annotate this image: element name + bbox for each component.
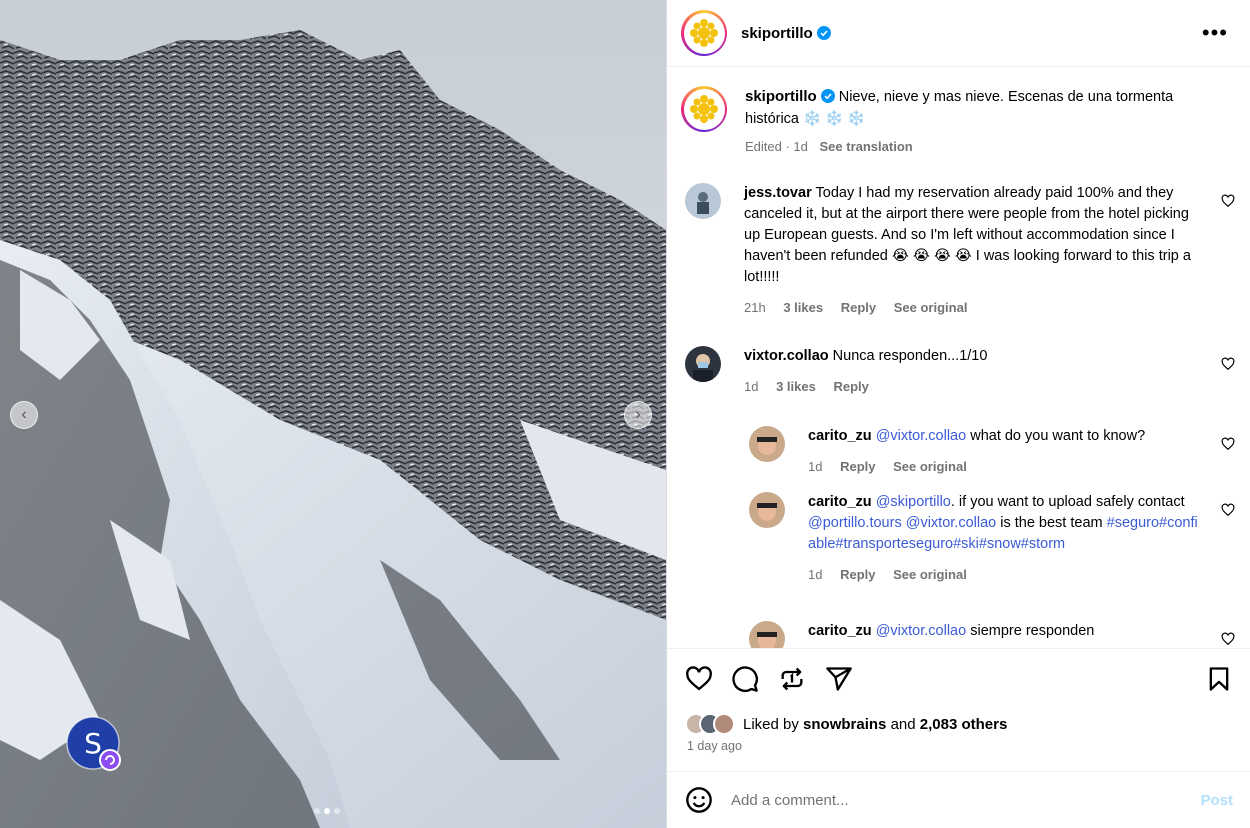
see-original-link[interactable]: See original: [894, 300, 968, 315]
reply-time: 1d: [808, 567, 823, 582]
chevron-left-icon: ‹: [21, 406, 27, 423]
comment-username[interactable]: vixtor.collao: [744, 348, 829, 364]
portillo-logo-icon: [690, 19, 718, 47]
comment-likes[interactable]: 3 likes: [783, 300, 823, 315]
comments-list[interactable]: skiportillo Nieve, nieve y mas nieve. Es…: [667, 68, 1250, 648]
comment-icon[interactable]: [731, 665, 759, 693]
reply-username[interactable]: carito_zu: [808, 623, 872, 639]
carousel-dot: [314, 808, 320, 814]
post-button[interactable]: Post: [1200, 792, 1233, 809]
heart-icon[interactable]: [685, 665, 713, 693]
svg-text:S: S: [84, 727, 102, 760]
comment-item: jess.tovar Today I had my reservation al…: [685, 183, 1225, 318]
verified-badge-icon: [820, 89, 835, 103]
post-timestamp[interactable]: 1 day ago: [687, 739, 742, 753]
comment-username[interactable]: jess.tovar: [744, 185, 812, 201]
carousel-indicator: [314, 808, 340, 814]
verified-badge-icon: [816, 26, 831, 40]
comment-input[interactable]: Add a comment...: [731, 792, 1200, 809]
reply-username[interactable]: carito_zu: [808, 494, 872, 510]
like-comment-heart-icon[interactable]: [1221, 194, 1235, 208]
smile-icon[interactable]: [685, 786, 713, 814]
like-comment-heart-icon[interactable]: [1221, 437, 1235, 451]
liked-by-prefix: Liked by: [743, 715, 804, 733]
caption-edited: Edited · 1d: [745, 139, 808, 154]
share-icon[interactable]: [825, 665, 853, 693]
avatar[interactable]: [749, 621, 785, 648]
carousel-prev-button[interactable]: ‹: [10, 401, 38, 429]
comment-item: vixtor.collao Nunca responden...1/10 1d …: [685, 346, 1225, 397]
bookmark-icon[interactable]: [1205, 665, 1233, 693]
like-comment-heart-icon[interactable]: [1221, 632, 1235, 646]
reply-item: carito_zu @skiportillo. if you want to u…: [749, 492, 1219, 585]
comment-time: 1d: [744, 379, 759, 394]
reply-button[interactable]: Reply: [840, 459, 875, 474]
post-actions: Liked by snowbrains and 2,083 others 1 d…: [667, 648, 1250, 770]
caption-avatar[interactable]: [681, 86, 727, 132]
like-comment-heart-icon[interactable]: [1221, 503, 1235, 517]
like-comment-heart-icon[interactable]: [1221, 357, 1235, 371]
reply-item: carito_zu @vixtor.collao what do you wan…: [749, 426, 1219, 477]
carousel-dot-active: [324, 808, 330, 814]
reply-button[interactable]: Reply: [833, 379, 868, 394]
reply-item: carito_zu @vixtor.collao siempre respond…: [749, 621, 1219, 648]
reply-button[interactable]: Reply: [841, 300, 876, 315]
profile-avatar[interactable]: [681, 10, 727, 56]
comment-text: Today I had my reservation already paid …: [744, 185, 1191, 285]
liked-by-mid: and: [886, 715, 920, 733]
app-logo-badge-icon: S: [66, 716, 121, 771]
portillo-logo-icon: [690, 95, 718, 123]
reply-text: is the best team: [996, 515, 1107, 531]
liked-by-user[interactable]: snowbrains: [803, 716, 886, 733]
avatar[interactable]: [685, 183, 721, 219]
header-username[interactable]: skiportillo: [741, 25, 813, 42]
mention-link[interactable]: @skiportillo: [876, 494, 951, 510]
liked-by-others[interactable]: 2,083 others: [920, 716, 1008, 733]
comment-time: 21h: [744, 300, 766, 315]
post-caption: skiportillo Nieve, nieve y mas nieve. Es…: [681, 86, 1241, 158]
mention-link[interactable]: @vixtor.collao: [876, 623, 966, 639]
more-horizontal-icon[interactable]: •••: [1202, 20, 1228, 46]
avatar[interactable]: [713, 713, 735, 735]
reply-username[interactable]: carito_zu: [808, 428, 872, 444]
reply-time: 1d: [808, 459, 823, 474]
avatar[interactable]: [685, 346, 721, 382]
carousel-next-button[interactable]: ›: [624, 401, 652, 429]
see-translation-link[interactable]: See translation: [820, 139, 913, 154]
post-media[interactable]: ‹ › S: [0, 0, 666, 828]
mention-link[interactable]: @vixtor.collao: [876, 428, 966, 444]
comment-text: Nunca responden...1/10: [832, 348, 988, 364]
mention-link[interactable]: @portillo.tours: [808, 515, 902, 531]
reply-text: siempre responden: [966, 623, 1095, 639]
see-original-link[interactable]: See original: [893, 459, 967, 474]
add-comment-bar: Add a comment... Post: [667, 771, 1250, 828]
chevron-right-icon: ›: [635, 406, 641, 423]
see-original-link[interactable]: See original: [893, 567, 967, 582]
avatar[interactable]: [749, 426, 785, 462]
avatar[interactable]: [749, 492, 785, 528]
reply-text: . if you want to upload safely contact: [950, 494, 1185, 510]
liked-by-row: Liked by snowbrains and 2,083 others: [685, 713, 1007, 735]
post-side-panel: skiportillo ••• skiportillo Nieve, nieve…: [666, 0, 1250, 828]
reply-button[interactable]: Reply: [840, 567, 875, 582]
carousel-dot: [334, 808, 340, 814]
post-header: skiportillo •••: [667, 0, 1250, 67]
comment-likes[interactable]: 3 likes: [776, 379, 816, 394]
repost-icon[interactable]: [778, 665, 806, 693]
mountain-photo: [0, 0, 666, 828]
caption-username[interactable]: skiportillo: [745, 88, 817, 105]
mention-link[interactable]: @vixtor.collao: [906, 515, 996, 531]
reply-text: what do you want to know?: [966, 428, 1146, 444]
